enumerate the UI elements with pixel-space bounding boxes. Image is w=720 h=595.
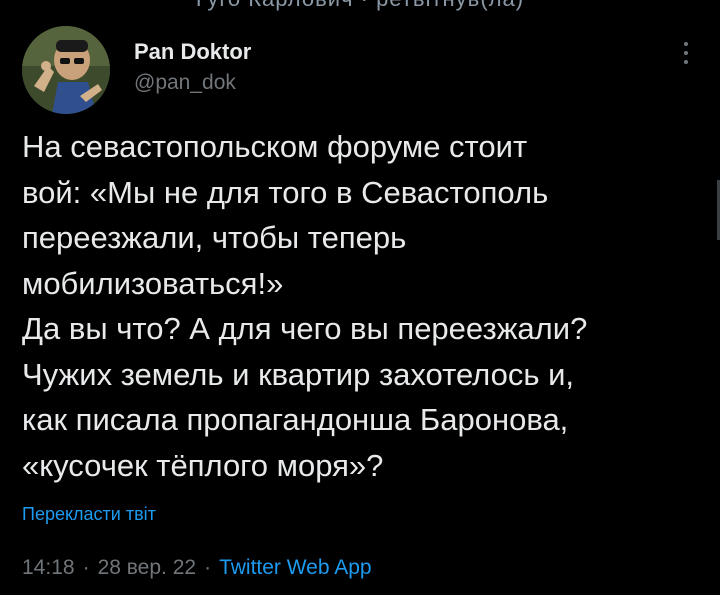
handle[interactable]: @pan_dok [134, 68, 251, 98]
tweet-text: На севастопольском форуме стоит вой: «Мы… [22, 124, 698, 488]
tweet-line: переезжали, чтобы теперь [22, 220, 407, 255]
tweet-date[interactable]: 28 вер. 22 [98, 556, 197, 579]
tweet-line: как писала пропагандонша Баронова, [22, 402, 569, 437]
display-name[interactable]: Pan Doktor [134, 38, 251, 66]
tweet-line: Да вы что? А для чего вы переезжали? [22, 311, 588, 346]
tweet-line: вой: «Мы не для того в Севастополь [22, 174, 549, 210]
tweet-line: «кусочек тёплого моря»? [22, 447, 384, 483]
separator: · [204, 556, 212, 579]
more-options-button[interactable] [674, 38, 698, 68]
tweet-header: Pan Doktor @pan_dok [22, 26, 698, 116]
author-info[interactable]: Pan Doktor @pan_dok [134, 38, 251, 98]
more-dot-icon [684, 60, 688, 64]
tweet-line: мобилизоваться!» [22, 265, 284, 301]
avatar-image [22, 26, 110, 114]
more-dot-icon [684, 51, 688, 55]
tweet-meta: 14:18 · 28 вер. 22 · Twitter Web App [22, 556, 372, 580]
tweet-line: Чужих земель и квартир захотелось и, [22, 356, 575, 392]
avatar[interactable] [22, 26, 110, 114]
more-dot-icon [684, 42, 688, 46]
separator: · [82, 556, 90, 579]
retweet-context-cutoff: Гуго Карлович · ретвітнув(ла) [0, 0, 720, 12]
tweet-line: На севастопольском форуме стоит [22, 129, 528, 164]
tweet-source[interactable]: Twitter Web App [219, 556, 372, 579]
tweet-time[interactable]: 14:18 [22, 556, 75, 579]
translate-tweet-link[interactable]: Перекласти твіт [22, 504, 156, 525]
